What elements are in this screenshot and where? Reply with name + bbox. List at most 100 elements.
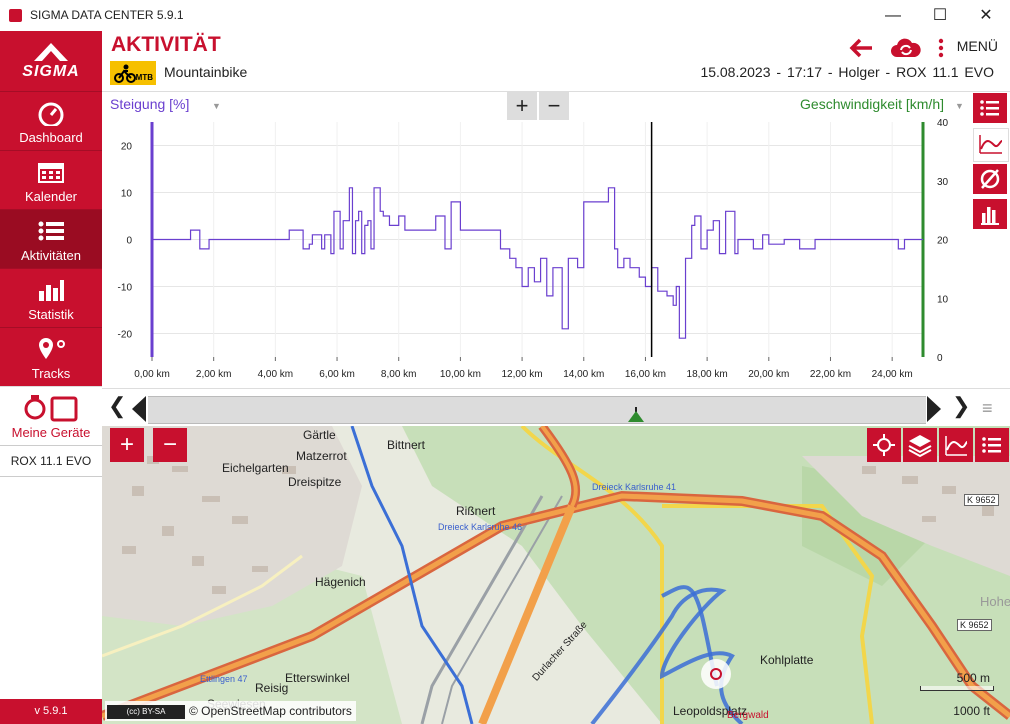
sigma-logo-mark bbox=[34, 43, 68, 61]
x-tick-label: 6,00 km bbox=[319, 369, 355, 380]
calendar-icon bbox=[38, 163, 64, 183]
device-item[interactable]: ROX 11.1 EVO bbox=[0, 445, 102, 477]
cloud-sync-icon[interactable] bbox=[890, 37, 922, 59]
line-chart-icon bbox=[979, 135, 1003, 154]
sidebar: SIGMA Dashboard Kalender Aktivitäten Sta… bbox=[0, 31, 102, 724]
sidebar-item-statistik[interactable]: Statistik bbox=[0, 268, 102, 327]
timeline-next-icon[interactable]: ❯ bbox=[952, 393, 970, 419]
map-road-shield: K 9652 bbox=[964, 494, 999, 506]
y-left-tick-label: 20 bbox=[121, 142, 133, 153]
list-icon bbox=[982, 437, 1001, 453]
menu-button[interactable]: MENÜ bbox=[957, 38, 998, 54]
sidebar-item-label: Tracks bbox=[31, 366, 71, 381]
route-pin-icon bbox=[39, 338, 65, 359]
map-small-label: Dreieck Karlsruhe 46 bbox=[438, 522, 523, 532]
sidebar-item-dashboard[interactable]: Dashboard bbox=[0, 91, 102, 150]
map-panel[interactable]: Gärtle Bittnert Matzerrot Eichelgarten D… bbox=[102, 426, 1010, 724]
chart-bars-button[interactable] bbox=[973, 199, 1007, 229]
chart-average-button[interactable] bbox=[973, 164, 1007, 194]
window-titlebar: SIGMA DATA CENTER 5.9.1 — ☐ ✕ bbox=[0, 0, 1010, 32]
timeline-end-handle[interactable] bbox=[927, 396, 941, 422]
timeline-scrubber: ❮ ❯ ≡ bbox=[102, 388, 1010, 427]
my-devices-button[interactable]: Meine Geräte bbox=[0, 386, 102, 451]
maximize-button[interactable]: ☐ bbox=[917, 0, 963, 31]
logo-text: SIGMA bbox=[22, 63, 80, 80]
map-zoom-in-button[interactable]: + bbox=[110, 428, 144, 462]
map-label: Kohlplatte bbox=[760, 653, 814, 667]
list-icon bbox=[980, 100, 999, 116]
chart-line-button[interactable] bbox=[973, 128, 1009, 162]
back-arrow-icon[interactable] bbox=[848, 37, 874, 59]
average-icon bbox=[980, 169, 1000, 189]
map-locate-button[interactable] bbox=[867, 428, 901, 462]
my-devices-label: Meine Geräte bbox=[11, 425, 91, 440]
sidebar-item-label: Aktivitäten bbox=[21, 248, 81, 263]
map-position-marker[interactable] bbox=[701, 659, 731, 689]
map-zoom-out-button[interactable]: − bbox=[153, 428, 187, 462]
activity-meta: 15.08.2023 - 17:17 - Holger - ROX 11.1 E… bbox=[700, 64, 994, 80]
map-label: Gärtle bbox=[303, 428, 336, 442]
sidebar-item-kalender[interactable]: Kalender bbox=[0, 150, 102, 209]
elevation-chart[interactable]: 20 10 0 -10 -20 40 30 20 10 0 0,00 km 2,00 km 4,00 k… bbox=[102, 92, 1010, 387]
map-small-label: Dreieck Karlsruhe 41 bbox=[592, 482, 677, 492]
bar-chart-icon bbox=[39, 280, 64, 301]
y-left-tick-label: -20 bbox=[118, 330, 133, 341]
timeline-position-marker[interactable] bbox=[626, 407, 646, 423]
map-road-shield: K 9652 bbox=[957, 619, 992, 631]
y-right-tick-label: 0 bbox=[937, 353, 943, 364]
y-left-tick-label: -10 bbox=[118, 283, 133, 294]
close-button[interactable]: ✕ bbox=[963, 0, 1009, 31]
bar-chart-icon bbox=[981, 207, 999, 225]
map-label: Reisig bbox=[255, 681, 289, 695]
panel-resize-handle[interactable]: ≡ bbox=[982, 398, 993, 419]
activity-header: AKTIVITÄT MTB Mountainbike 15.08.2023 - … bbox=[102, 31, 1010, 92]
map-label: Rißnert bbox=[456, 504, 496, 518]
sidebar-item-label: Kalender bbox=[24, 189, 78, 204]
page-title: AKTIVITÄT bbox=[111, 33, 221, 56]
x-tick-label: 16,00 km bbox=[625, 369, 666, 380]
timeline-prev-icon[interactable]: ❮ bbox=[108, 393, 126, 419]
scale-imperial: 1000 ft bbox=[953, 704, 990, 718]
mountainbike-icon bbox=[114, 64, 136, 83]
sport-name: Mountainbike bbox=[164, 64, 248, 80]
sigma-logo: SIGMA bbox=[0, 31, 102, 91]
map-label: Hägenich bbox=[315, 575, 366, 589]
y-right-tick-label: 40 bbox=[937, 118, 949, 129]
timeline-start-handle[interactable] bbox=[132, 396, 146, 422]
chart-list-button[interactable] bbox=[973, 93, 1007, 123]
map-layers-button[interactable] bbox=[903, 428, 937, 462]
x-tick-label: 2,00 km bbox=[196, 369, 232, 380]
sidebar-item-aktivitaeten[interactable]: Aktivitäten bbox=[0, 209, 102, 268]
map-profile-button[interactable] bbox=[939, 428, 973, 462]
list-icon bbox=[38, 221, 64, 241]
sidebar-item-label: Dashboard bbox=[19, 130, 83, 145]
x-tick-label: 22,00 km bbox=[810, 369, 851, 380]
x-tick-label: 18,00 km bbox=[687, 369, 728, 380]
cc-license-badge[interactable]: (cc) BY-SA bbox=[107, 704, 185, 719]
map-label: Hohe bbox=[980, 594, 1010, 609]
map-list-button[interactable] bbox=[975, 428, 1009, 462]
series-line-0 bbox=[152, 187, 923, 339]
timeline-track[interactable] bbox=[148, 396, 926, 424]
map-attribution: (cc) BY-SA © OpenStreetMap contributors bbox=[105, 701, 356, 721]
y-left-tick-label: 10 bbox=[121, 189, 133, 200]
menu-dots-icon[interactable] bbox=[937, 37, 945, 59]
layers-icon bbox=[908, 435, 932, 458]
map-label: Matzerrot bbox=[296, 449, 347, 463]
sidebar-spacer bbox=[0, 477, 102, 699]
chart-panel: Steigung [%] ▼ Geschwindigkeit [km/h] ▼ … bbox=[102, 92, 1010, 387]
y-right-tick-label: 20 bbox=[937, 236, 949, 247]
sidebar-item-label: Statistik bbox=[28, 307, 74, 322]
crosshair-icon bbox=[873, 434, 895, 456]
sport-badge: MTB bbox=[110, 61, 156, 85]
minimize-button[interactable]: — bbox=[870, 0, 916, 31]
gauge-icon bbox=[38, 102, 64, 126]
osm-attribution[interactable]: © OpenStreetMap contributors bbox=[189, 704, 352, 718]
y-left-tick-label: 0 bbox=[126, 236, 132, 247]
map-label: Eichelgarten bbox=[222, 461, 289, 475]
map-label: Dreispitze bbox=[288, 475, 342, 489]
scale-metric: 500 m bbox=[956, 671, 990, 685]
sidebar-item-tracks[interactable]: Tracks bbox=[0, 327, 102, 386]
app-icon bbox=[9, 9, 22, 22]
line-chart-icon bbox=[945, 436, 968, 456]
